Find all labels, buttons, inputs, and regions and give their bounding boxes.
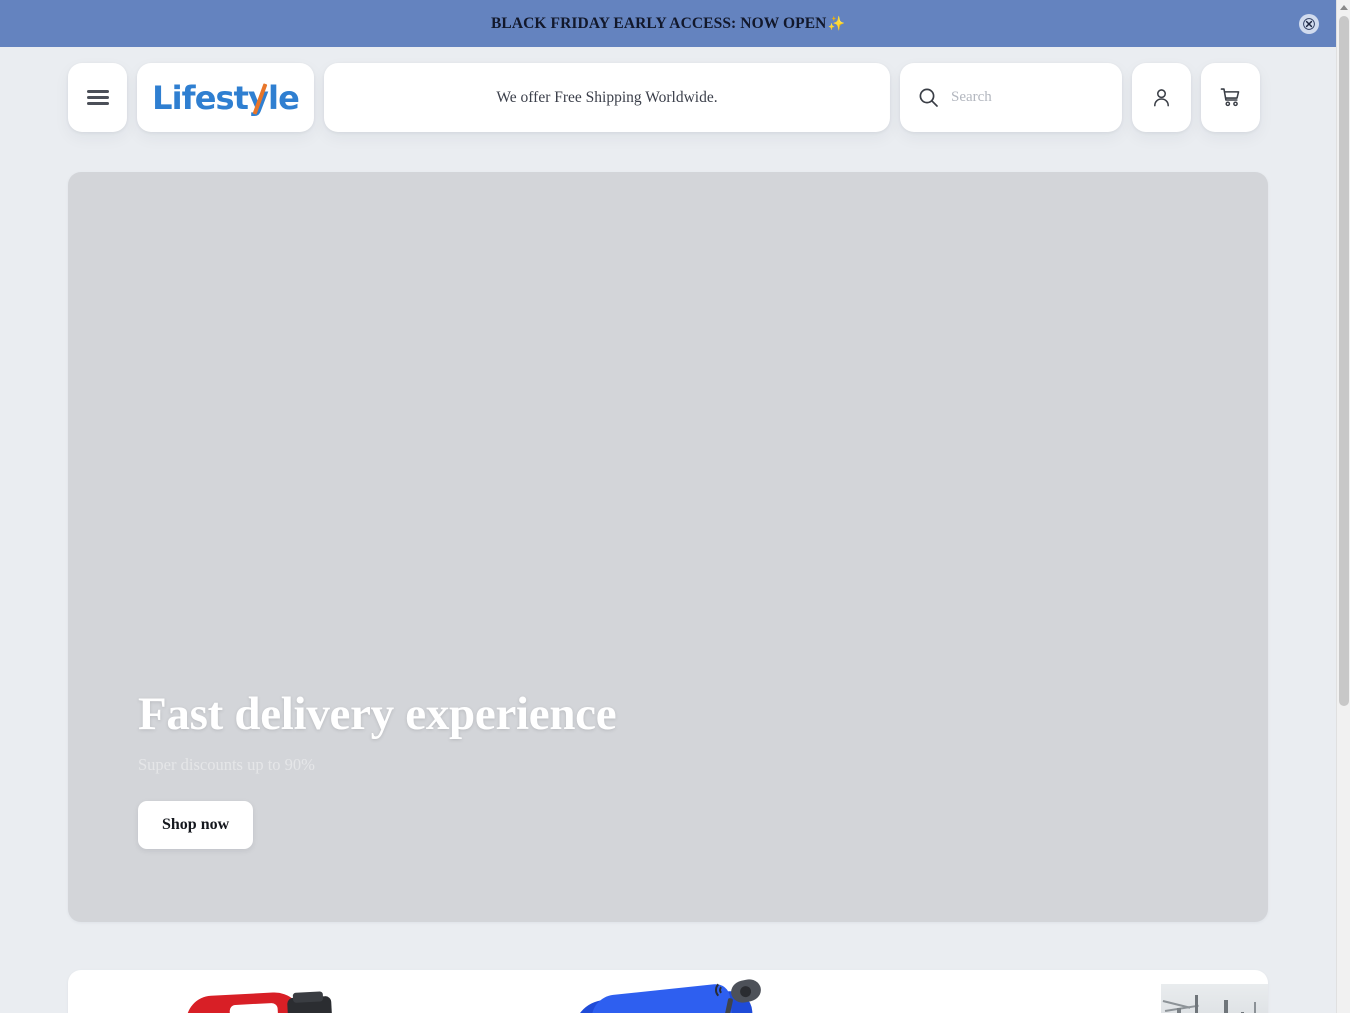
site-logo[interactable]: Lifestyle	[137, 63, 314, 132]
winter-forest-photo	[1161, 984, 1268, 1013]
blue-appliance-image	[571, 977, 783, 1013]
shop-now-button[interactable]: Shop now	[138, 801, 254, 849]
menu-button[interactable]	[68, 63, 127, 132]
promo-close-button[interactable]	[1299, 13, 1319, 34]
promo-banner-message: BLACK FRIDAY EARLY ACCESS: NOW OPEN	[490, 14, 827, 32]
scroll-up-arrow-icon	[1340, 5, 1348, 10]
red-power-tool-image	[184, 980, 336, 1013]
logo-wrap: Lifestyle	[152, 78, 300, 117]
shipping-message-card: We offer Free Shipping Worldwide.	[324, 63, 890, 132]
promo-banner-text: BLACK FRIDAY EARLY ACCESS: NOW OPEN✨	[491, 15, 845, 33]
close-icon	[1303, 17, 1315, 30]
product-card-winter-forest[interactable]	[868, 970, 1268, 1013]
hero-content: Fast delivery experience Super discounts…	[138, 689, 778, 849]
site-header: Lifestyle We offer Free Shipping Worldwi…	[0, 47, 1336, 132]
product-card-red-power-tool[interactable]	[68, 970, 468, 1013]
search-icon	[919, 88, 938, 107]
logo-text: Lifestyle	[152, 78, 300, 117]
promo-banner: BLACK FRIDAY EARLY ACCESS: NOW OPEN✨	[0, 0, 1336, 47]
page-scrollbar[interactable]	[1336, 0, 1350, 1013]
user-account-icon	[1154, 89, 1169, 107]
shipping-message-text: We offer Free Shipping Worldwide.	[496, 88, 718, 106]
sparkles-icon: ✨	[827, 16, 846, 32]
hamburger-menu-icon	[86, 90, 109, 105]
page-viewport: BLACK FRIDAY EARLY ACCESS: NOW OPEN✨ Lif…	[0, 0, 1336, 1013]
search-input[interactable]	[951, 89, 1101, 106]
scrollbar-thumb[interactable]	[1339, 16, 1349, 706]
account-button[interactable]	[1132, 63, 1191, 132]
shopping-cart-icon	[1220, 88, 1240, 107]
hero-subtitle: Super discounts up to 90%	[138, 755, 315, 774]
search-bar[interactable]	[900, 63, 1122, 132]
product-carousel	[68, 970, 1268, 1013]
hero-banner[interactable]: Fast delivery experience Super discounts…	[68, 172, 1268, 922]
cart-button[interactable]	[1201, 63, 1260, 132]
product-card-blue-appliance[interactable]	[468, 970, 868, 1013]
hero-title: Fast delivery experience	[138, 688, 617, 741]
scroll-up-arrow[interactable]	[1337, 0, 1350, 15]
